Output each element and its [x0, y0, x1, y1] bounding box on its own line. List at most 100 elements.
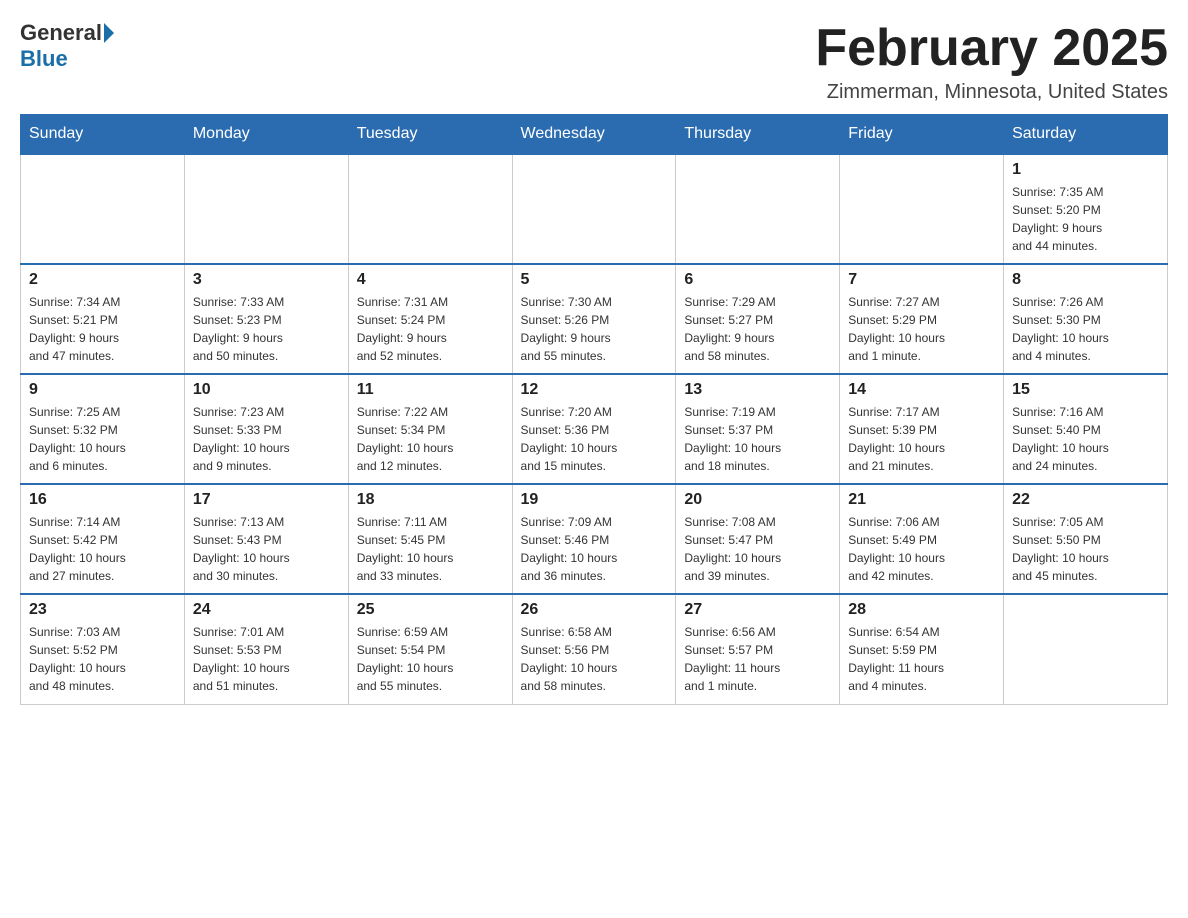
calendar-cell: 22 Sunrise: 7:05 AM Sunset: 5:50 PM Dayli… — [1004, 484, 1168, 594]
day-number: 12 — [521, 381, 668, 399]
calendar-cell: 28 Sunrise: 6:54 AM Sunset: 5:59 PM Dayli… — [840, 594, 1004, 704]
day-info: Sunrise: 7:17 AM Sunset: 5:39 PM Dayligh… — [848, 403, 995, 475]
calendar-cell: 13 Sunrise: 7:19 AM Sunset: 5:37 PM Dayli… — [676, 374, 840, 484]
day-number: 24 — [193, 601, 340, 619]
day-info: Sunrise: 7:29 AM Sunset: 5:27 PM Dayligh… — [684, 293, 831, 365]
logo-general-text: General — [20, 20, 102, 46]
calendar-table: Sunday Monday Tuesday Wednesday Thursday… — [20, 114, 1168, 705]
calendar-cell: 3 Sunrise: 7:33 AM Sunset: 5:23 PM Daylig… — [184, 264, 348, 374]
calendar-cell: 26 Sunrise: 6:58 AM Sunset: 5:56 PM Dayli… — [512, 594, 676, 704]
day-info: Sunrise: 6:59 AM Sunset: 5:54 PM Dayligh… — [357, 623, 504, 695]
day-number: 15 — [1012, 381, 1159, 399]
day-info: Sunrise: 7:33 AM Sunset: 5:23 PM Dayligh… — [193, 293, 340, 365]
day-number: 1 — [1012, 161, 1159, 179]
day-number: 16 — [29, 491, 176, 509]
day-info: Sunrise: 7:31 AM Sunset: 5:24 PM Dayligh… — [357, 293, 504, 365]
day-info: Sunrise: 6:54 AM Sunset: 5:59 PM Dayligh… — [848, 623, 995, 695]
header-thursday: Thursday — [676, 115, 840, 155]
calendar-cell: 6 Sunrise: 7:29 AM Sunset: 5:27 PM Daylig… — [676, 264, 840, 374]
day-number: 3 — [193, 271, 340, 289]
header-sunday: Sunday — [21, 115, 185, 155]
day-number: 7 — [848, 271, 995, 289]
day-info: Sunrise: 7:14 AM Sunset: 5:42 PM Dayligh… — [29, 513, 176, 585]
day-number: 8 — [1012, 271, 1159, 289]
calendar-cell: 8 Sunrise: 7:26 AM Sunset: 5:30 PM Daylig… — [1004, 264, 1168, 374]
day-number: 22 — [1012, 491, 1159, 509]
day-number: 21 — [848, 491, 995, 509]
calendar-cell — [184, 154, 348, 264]
calendar-week-row: 9 Sunrise: 7:25 AM Sunset: 5:32 PM Daylig… — [21, 374, 1168, 484]
calendar-cell: 10 Sunrise: 7:23 AM Sunset: 5:33 PM Dayli… — [184, 374, 348, 484]
calendar-cell — [21, 154, 185, 264]
day-number: 10 — [193, 381, 340, 399]
calendar-cell: 14 Sunrise: 7:17 AM Sunset: 5:39 PM Dayli… — [840, 374, 1004, 484]
day-info: Sunrise: 7:19 AM Sunset: 5:37 PM Dayligh… — [684, 403, 831, 475]
day-number: 28 — [848, 601, 995, 619]
calendar-cell: 7 Sunrise: 7:27 AM Sunset: 5:29 PM Daylig… — [840, 264, 1004, 374]
calendar-cell: 2 Sunrise: 7:34 AM Sunset: 5:21 PM Daylig… — [21, 264, 185, 374]
day-number: 14 — [848, 381, 995, 399]
calendar-cell: 4Sunrise: 7:31 AM Sunset: 5:24 PM Daylig… — [348, 264, 512, 374]
location-text: Zimmerman, Minnesota, United States — [815, 81, 1168, 104]
day-info: Sunrise: 7:13 AM Sunset: 5:43 PM Dayligh… — [193, 513, 340, 585]
day-info: Sunrise: 7:06 AM Sunset: 5:49 PM Dayligh… — [848, 513, 995, 585]
day-info: Sunrise: 7:30 AM Sunset: 5:26 PM Dayligh… — [521, 293, 668, 365]
header-wednesday: Wednesday — [512, 115, 676, 155]
day-info: Sunrise: 7:34 AM Sunset: 5:21 PM Dayligh… — [29, 293, 176, 365]
calendar-cell: 15 Sunrise: 7:16 AM Sunset: 5:40 PM Dayli… — [1004, 374, 1168, 484]
calendar-cell: 19Sunrise: 7:09 AM Sunset: 5:46 PM Dayli… — [512, 484, 676, 594]
day-number: 25 — [357, 601, 504, 619]
calendar-cell — [348, 154, 512, 264]
header-monday: Monday — [184, 115, 348, 155]
day-info: Sunrise: 7:23 AM Sunset: 5:33 PM Dayligh… — [193, 403, 340, 475]
day-info: Sunrise: 7:16 AM Sunset: 5:40 PM Dayligh… — [1012, 403, 1159, 475]
calendar-cell: 21 Sunrise: 7:06 AM Sunset: 5:49 PM Dayli… — [840, 484, 1004, 594]
calendar-week-row: 16 Sunrise: 7:14 AM Sunset: 5:42 PM Dayli… — [21, 484, 1168, 594]
calendar-cell: 1Sunrise: 7:35 AM Sunset: 5:20 PM Daylig… — [1004, 154, 1168, 264]
calendar-cell — [840, 154, 1004, 264]
day-info: Sunrise: 6:58 AM Sunset: 5:56 PM Dayligh… — [521, 623, 668, 695]
header-saturday: Saturday — [1004, 115, 1168, 155]
logo: General Blue — [20, 20, 116, 72]
logo-blue-text: Blue — [20, 46, 68, 72]
day-info: Sunrise: 7:01 AM Sunset: 5:53 PM Dayligh… — [193, 623, 340, 695]
day-number: 27 — [684, 601, 831, 619]
day-info: Sunrise: 7:27 AM Sunset: 5:29 PM Dayligh… — [848, 293, 995, 365]
calendar-cell: 9 Sunrise: 7:25 AM Sunset: 5:32 PM Daylig… — [21, 374, 185, 484]
calendar-cell: 16 Sunrise: 7:14 AM Sunset: 5:42 PM Dayli… — [21, 484, 185, 594]
calendar-cell: 12Sunrise: 7:20 AM Sunset: 5:36 PM Dayli… — [512, 374, 676, 484]
page-header: General Blue February 2025 Zimmerman, Mi… — [20, 20, 1168, 104]
calendar-cell: 23Sunrise: 7:03 AM Sunset: 5:52 PM Dayli… — [21, 594, 185, 704]
calendar-cell: 27 Sunrise: 6:56 AM Sunset: 5:57 PM Dayli… — [676, 594, 840, 704]
day-number: 5 — [521, 271, 668, 289]
header-tuesday: Tuesday — [348, 115, 512, 155]
day-info: Sunrise: 7:08 AM Sunset: 5:47 PM Dayligh… — [684, 513, 831, 585]
calendar-week-row: 1Sunrise: 7:35 AM Sunset: 5:20 PM Daylig… — [21, 154, 1168, 264]
day-number: 13 — [684, 381, 831, 399]
calendar-cell: 5 Sunrise: 7:30 AM Sunset: 5:26 PM Daylig… — [512, 264, 676, 374]
day-info: Sunrise: 7:22 AM Sunset: 5:34 PM Dayligh… — [357, 403, 504, 475]
calendar-cell: 11 Sunrise: 7:22 AM Sunset: 5:34 PM Dayli… — [348, 374, 512, 484]
day-number: 23 — [29, 601, 176, 619]
calendar-cell — [1004, 594, 1168, 704]
day-info: Sunrise: 6:56 AM Sunset: 5:57 PM Dayligh… — [684, 623, 831, 695]
logo-arrow-icon — [104, 23, 114, 43]
calendar-cell: 25 Sunrise: 6:59 AM Sunset: 5:54 PM Dayli… — [348, 594, 512, 704]
day-number: 18 — [357, 491, 504, 509]
day-info: Sunrise: 7:11 AM Sunset: 5:45 PM Dayligh… — [357, 513, 504, 585]
day-info: Sunrise: 7:09 AM Sunset: 5:46 PM Dayligh… — [521, 513, 668, 585]
day-info: Sunrise: 7:05 AM Sunset: 5:50 PM Dayligh… — [1012, 513, 1159, 585]
calendar-cell: 24 Sunrise: 7:01 AM Sunset: 5:53 PM Dayli… — [184, 594, 348, 704]
calendar-cell: 17Sunrise: 7:13 AM Sunset: 5:43 PM Dayli… — [184, 484, 348, 594]
day-info: Sunrise: 7:26 AM Sunset: 5:30 PM Dayligh… — [1012, 293, 1159, 365]
calendar-cell — [512, 154, 676, 264]
day-number: 6 — [684, 271, 831, 289]
day-info: Sunrise: 7:25 AM Sunset: 5:32 PM Dayligh… — [29, 403, 176, 475]
day-number: 20 — [684, 491, 831, 509]
calendar-cell: 20 Sunrise: 7:08 AM Sunset: 5:47 PM Dayli… — [676, 484, 840, 594]
calendar-cell: 18 Sunrise: 7:11 AM Sunset: 5:45 PM Dayli… — [348, 484, 512, 594]
day-number: 2 — [29, 271, 176, 289]
day-number: 9 — [29, 381, 176, 399]
day-number: 11 — [357, 381, 504, 399]
day-number: 26 — [521, 601, 668, 619]
